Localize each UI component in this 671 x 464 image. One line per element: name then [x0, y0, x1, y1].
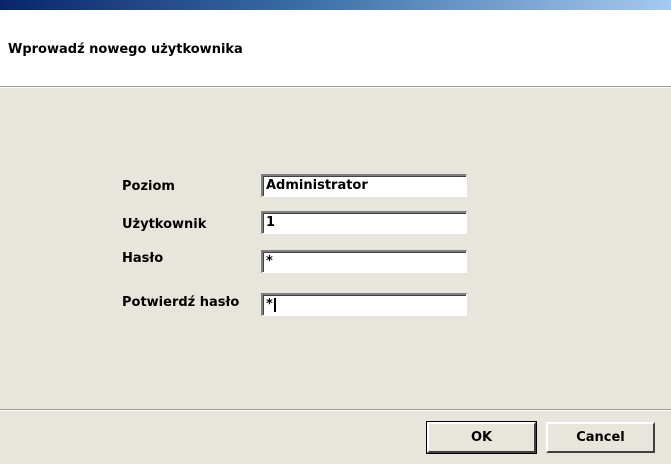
password-field-value: * [266, 254, 273, 269]
password-field[interactable]: * [261, 250, 467, 273]
level-field-value: Administrator [266, 178, 368, 193]
text-caret [273, 297, 276, 312]
ok-button[interactable]: OK [426, 421, 537, 454]
user-label: Użytkownik [122, 217, 207, 232]
level-field[interactable]: Administrator [261, 174, 467, 197]
window-title-bar[interactable] [0, 0, 671, 10]
dialog-title: Wprowadź nowego użytkownika [8, 42, 243, 57]
dialog-header: Wprowadź nowego użytkownika [0, 10, 671, 86]
user-field-value: 1 [266, 215, 276, 230]
confirm-password-label: Potwierdź hasło [122, 295, 240, 310]
cancel-button[interactable]: Cancel [546, 422, 655, 453]
confirm-password-field[interactable]: * [261, 293, 467, 316]
password-label: Hasło [122, 251, 164, 266]
form-panel: Poziom Administrator Użytkownik 1 Hasło … [0, 88, 671, 409]
button-bar: OK Cancel [0, 411, 671, 464]
confirm-password-field-value: * [266, 297, 273, 312]
user-field[interactable]: 1 [261, 211, 467, 234]
level-label: Poziom [122, 179, 175, 194]
